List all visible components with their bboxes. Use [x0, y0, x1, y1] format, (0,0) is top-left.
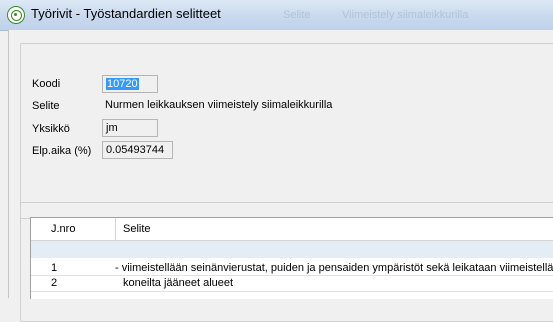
row-1-selite[interactable]: - viimeistellään seinänvierustat, puiden…	[115, 262, 553, 274]
elp-aika-field[interactable]: 0.05493744	[102, 141, 173, 159]
grid-header: J.nro Selite	[31, 218, 553, 241]
row-2-nro[interactable]: 2	[51, 277, 57, 289]
row-divider	[31, 291, 553, 292]
details-groupbox	[20, 43, 553, 219]
window-title: Työrivit - Työstandardien selitteet	[31, 6, 221, 21]
row-2-selite[interactable]: koneilta jääneet alueet	[123, 277, 233, 289]
lines-grid[interactable]: J.nro Selite 1 - viimeistellään seinänvi…	[30, 217, 553, 299]
column-header-selite[interactable]: Selite	[123, 223, 151, 235]
koodi-label: Koodi	[32, 78, 61, 90]
yksikko-label: Yksikkö	[32, 123, 70, 135]
grid-selected-row[interactable]	[31, 241, 553, 258]
row-divider	[31, 275, 553, 276]
selite-field[interactable]: Nurmen leikkauksen viimeistely siimaleik…	[102, 97, 542, 115]
title-bar[interactable]: Työrivit - Työstandardien selitteet Seli…	[0, 0, 553, 31]
row-1-nro[interactable]: 1	[51, 262, 57, 274]
background-window-text: Viimeistely siimaleikkurilla	[342, 9, 469, 21]
elp-aika-label: Elp.aika (%)	[32, 145, 92, 157]
koodi-field[interactable]: 10720	[102, 75, 158, 93]
koodi-value: 10720	[106, 78, 139, 90]
column-header-jnro[interactable]: J.nro	[51, 223, 75, 235]
column-divider[interactable]	[115, 218, 116, 240]
selite-label: Selite	[32, 100, 60, 112]
yksikko-field[interactable]: jm	[102, 119, 158, 137]
app-logo-icon	[7, 6, 25, 24]
background-window-text: Selite	[283, 9, 311, 21]
